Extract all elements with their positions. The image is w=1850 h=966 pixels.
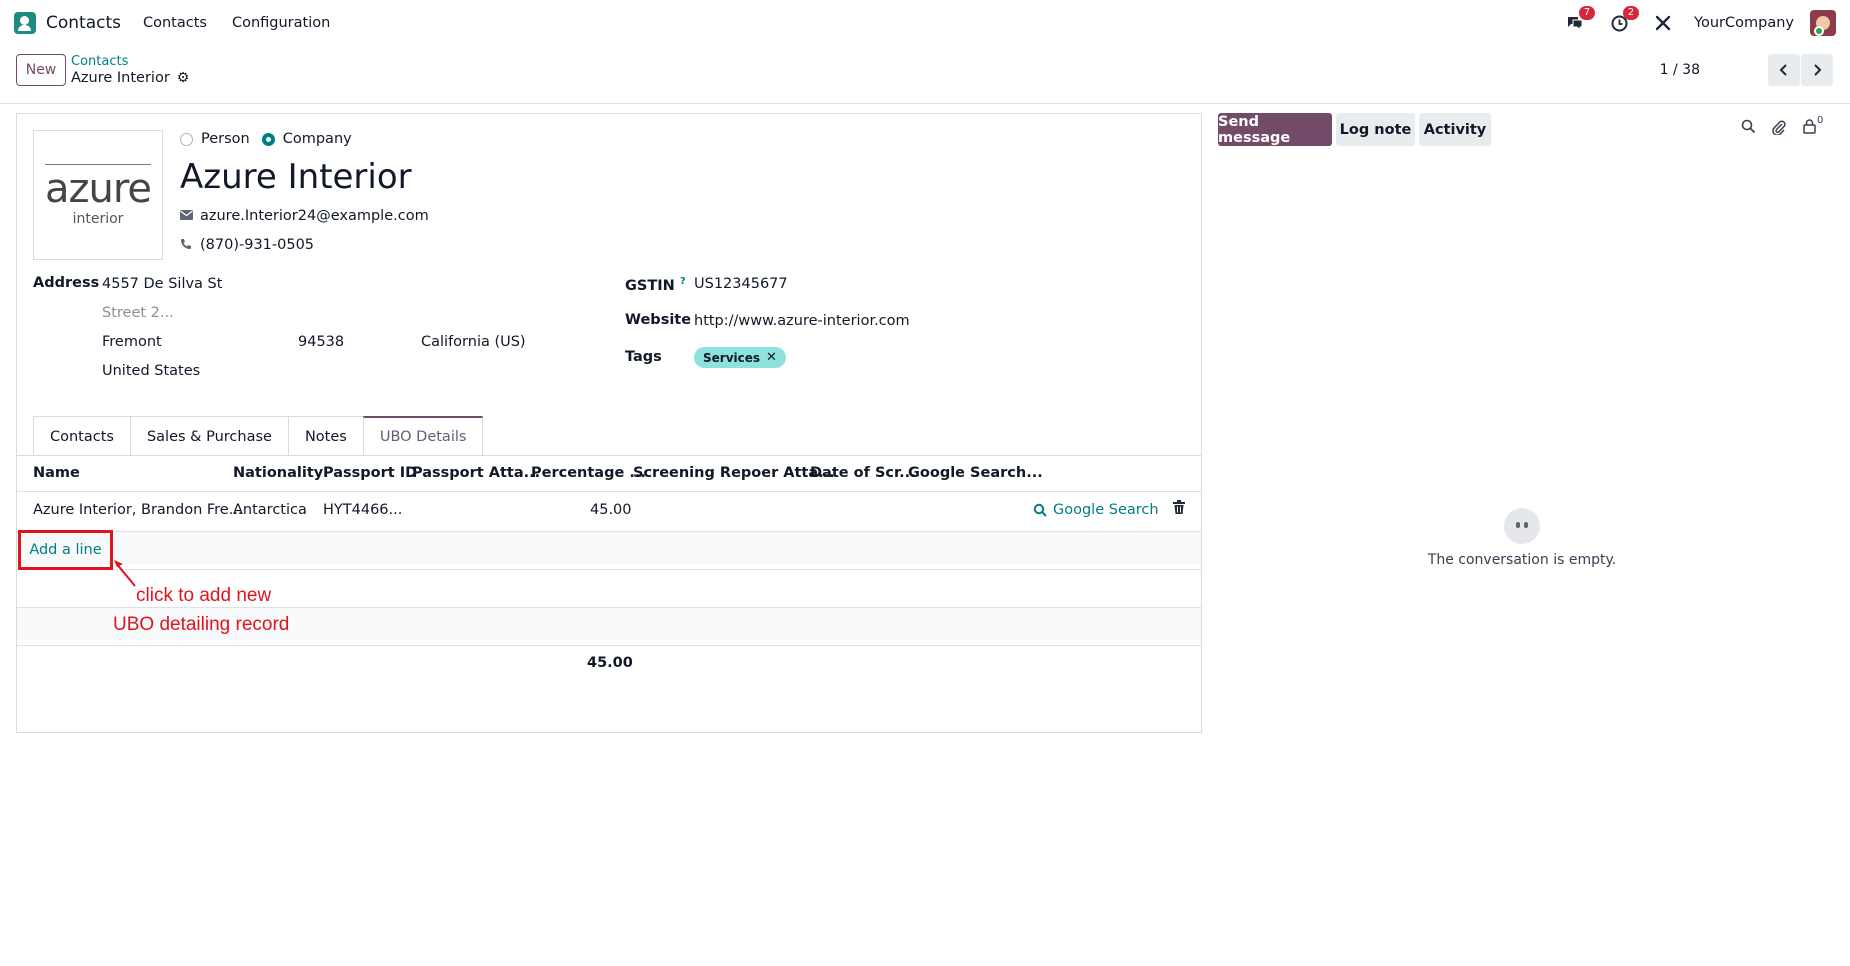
activity-button[interactable]: Activity [1419, 113, 1491, 146]
activities-badge: 2 [1622, 6, 1640, 20]
breadcrumb-current-label: Azure Interior [71, 70, 170, 86]
country-field[interactable]: United States [102, 363, 200, 379]
logo-word: azure [44, 163, 152, 212]
col-screening-report[interactable]: Screening Repoer Atta... [633, 465, 835, 481]
col-name[interactable]: Name [33, 465, 80, 481]
tag-services: Services ✕ [694, 347, 786, 368]
radio-company[interactable] [261, 132, 275, 146]
google-search-button[interactable]: Google Search [1033, 502, 1159, 518]
empty-conversation-icon [1504, 508, 1540, 544]
paperclip-icon[interactable] [1771, 119, 1786, 139]
contacts-app-icon[interactable] [14, 12, 36, 34]
pager-previous-button[interactable] [1768, 54, 1800, 86]
tag-label: Services [703, 350, 761, 365]
empty-row [17, 532, 1201, 564]
send-message-button[interactable]: Send message [1218, 113, 1332, 146]
col-passport-id[interactable]: Passport ID [323, 465, 417, 481]
row-divider [17, 569, 1201, 570]
activity-clock-icon[interactable]: 2 [1608, 6, 1640, 34]
tab-sales-purchase[interactable]: Sales & Purchase [129, 416, 289, 456]
radio-company-label[interactable]: Company [283, 131, 352, 147]
debug-tools-icon[interactable] [1652, 12, 1674, 34]
help-icon[interactable]: ? [680, 276, 686, 287]
col-date-screening[interactable]: Date of Scr... [810, 465, 916, 481]
gstin-label-text: GSTIN [625, 277, 675, 294]
radio-person-label[interactable]: Person [201, 131, 250, 147]
new-button[interactable]: New [16, 54, 66, 86]
chevron-right-icon [1814, 64, 1822, 76]
logo-sub: interior [72, 210, 124, 227]
annotation-line1: click to add new [136, 585, 272, 606]
phone-row: (870)-931-0505 [180, 237, 314, 253]
menu-configuration[interactable]: Configuration [232, 15, 330, 31]
zip-field[interactable]: 94538 [298, 334, 344, 350]
partner-name-field[interactable]: Azure Interior [180, 157, 412, 197]
add-line-highlight: Add a line [18, 530, 113, 570]
tags-label: Tags [625, 349, 662, 365]
cell-nationality[interactable]: Antarctica [233, 502, 307, 518]
envelope-icon [180, 209, 200, 223]
systray: 7 2 YourCompany [1542, 0, 1836, 46]
followers-count: 0 [1817, 115, 1824, 126]
trash-icon[interactable] [1173, 500, 1185, 518]
top-navbar: Contacts Contacts Configuration 7 2 Your… [0, 0, 1850, 46]
city-field[interactable]: Fremont [102, 334, 162, 350]
phone-icon [180, 238, 200, 253]
percentage-total: 45.00 [587, 655, 633, 671]
col-google-search[interactable]: Google Search... [908, 465, 1043, 481]
cell-passport-id[interactable]: HYT4466... [323, 502, 402, 518]
website-field[interactable]: http://www.azure-interior.com [694, 313, 910, 329]
radio-person[interactable] [180, 132, 193, 146]
cell-name[interactable]: Azure Interior, Brandon Fre... [33, 502, 243, 518]
control-panel-divider [0, 103, 1850, 104]
remove-tag-icon[interactable]: ✕ [766, 350, 777, 365]
messages-badge: 7 [1578, 6, 1596, 20]
tabs-border [17, 455, 1201, 456]
email-row: azure.Interior24@example.com [180, 208, 429, 224]
company-type-radio: Person Company [180, 131, 364, 147]
col-passport-attachment[interactable]: Passport Atta... [412, 465, 540, 481]
col-percentage[interactable]: Percentage ... [531, 465, 646, 481]
add-a-line-button[interactable]: Add a line [29, 542, 101, 558]
gstin-label: GSTIN ? [625, 276, 686, 294]
tab-notes[interactable]: Notes [287, 416, 364, 456]
street2-field[interactable]: Street 2... [102, 305, 174, 321]
tab-ubo-details[interactable]: UBO Details [362, 416, 484, 456]
search-icon[interactable] [1741, 119, 1756, 138]
header-divider [17, 491, 1201, 492]
col-nationality[interactable]: Nationality [233, 465, 323, 481]
notebook-tabs: Contacts Sales & Purchase Notes UBO Deta… [33, 416, 484, 456]
followers-lock-icon[interactable]: 0 [1803, 115, 1823, 134]
search-icon [1033, 503, 1047, 517]
app-name[interactable]: Contacts [46, 13, 121, 33]
annotation-line2: UBO detailing record [113, 614, 290, 635]
company-switcher[interactable]: YourCompany [1694, 15, 1794, 31]
street-field[interactable]: 4557 De Silva St [102, 276, 222, 292]
form-sheet: azure interior Person Company Azure Inte… [16, 113, 1202, 733]
empty-conversation-text: The conversation is empty. [1427, 552, 1617, 568]
tab-contacts[interactable]: Contacts [33, 416, 131, 456]
row-divider [17, 645, 1201, 646]
gstin-field[interactable]: US12345677 [694, 276, 788, 292]
gear-icon[interactable]: ⚙ [177, 70, 190, 86]
cell-percentage[interactable]: 45.00 [590, 502, 632, 518]
phone-field[interactable]: (870)-931-0505 [200, 237, 314, 253]
user-status-dot [1814, 26, 1824, 36]
breadcrumb-current: Azure Interior ⚙ [71, 70, 189, 86]
pager-value[interactable]: 1 / 38 [1660, 62, 1700, 78]
partner-logo[interactable]: azure interior [33, 130, 163, 260]
chevron-left-icon [1779, 64, 1787, 76]
google-search-label: Google Search [1053, 502, 1159, 518]
pager-next-button[interactable] [1801, 54, 1833, 86]
state-field[interactable]: California (US) [421, 334, 526, 350]
website-label: Website [625, 312, 692, 328]
log-note-button[interactable]: Log note [1336, 113, 1415, 146]
menu-contacts[interactable]: Contacts [143, 15, 207, 31]
messages-icon[interactable]: 7 [1564, 6, 1596, 34]
email-field[interactable]: azure.Interior24@example.com [200, 208, 429, 224]
breadcrumb-contacts[interactable]: Contacts [71, 54, 128, 69]
address-label: Address [33, 275, 100, 291]
